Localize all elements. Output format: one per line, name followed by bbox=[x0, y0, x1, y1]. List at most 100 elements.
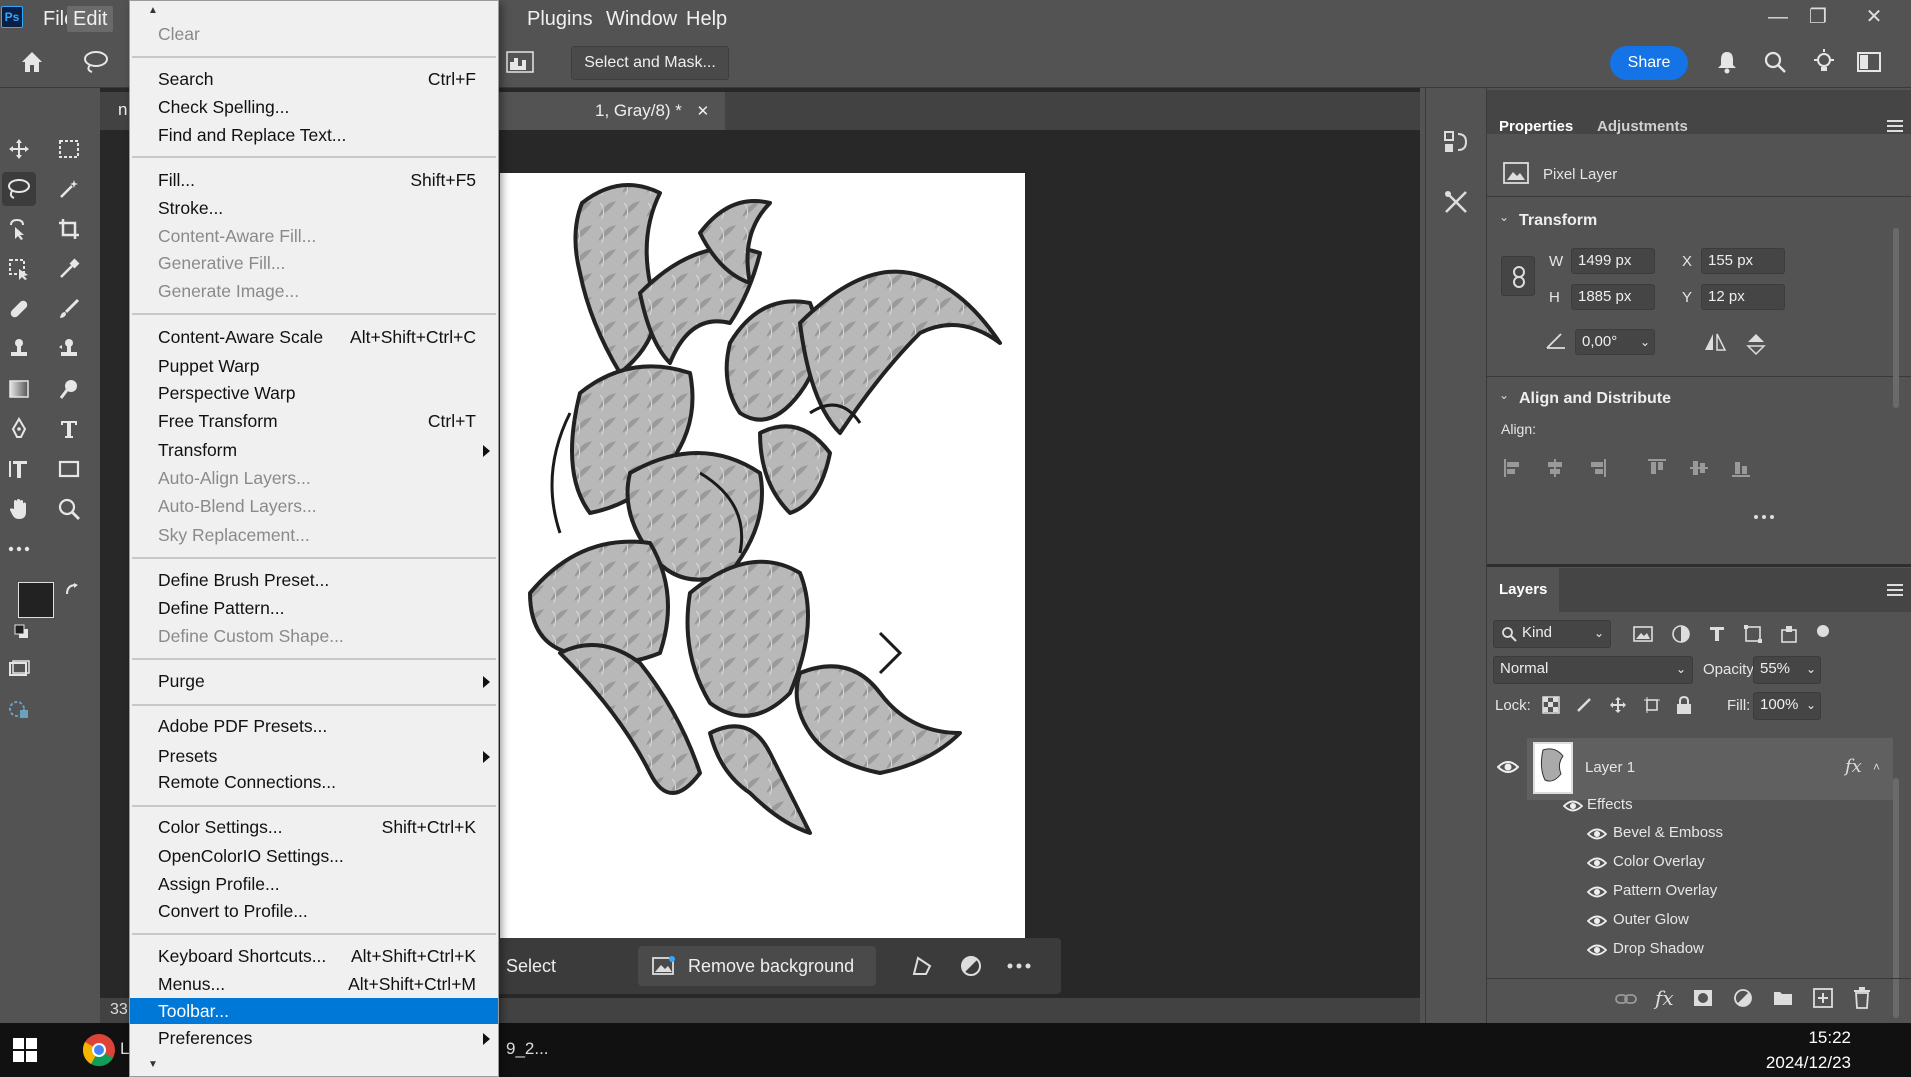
menu-item-content-aware-fill[interactable]: Content-Aware Fill... bbox=[130, 223, 498, 249]
gradient-tool-icon[interactable] bbox=[2, 372, 36, 406]
menu-item-adobe-pdf-presets[interactable]: Adobe PDF Presets... bbox=[130, 713, 498, 739]
lock-all-icon[interactable] bbox=[1675, 695, 1693, 715]
dodge-tool-icon[interactable] bbox=[52, 372, 86, 406]
menu-item-generate-image[interactable]: Generate Image... bbox=[130, 278, 498, 304]
transform-section-title[interactable]: Transform bbox=[1519, 212, 1597, 230]
menu-item-preferences[interactable]: Preferences bbox=[130, 1025, 498, 1051]
menu-item-generative-fill[interactable]: Generative Fill... bbox=[130, 250, 498, 276]
select-and-mask-button[interactable]: Select and Mask... bbox=[571, 46, 729, 80]
align-center-h-icon[interactable] bbox=[1545, 458, 1565, 478]
chrome-icon[interactable] bbox=[82, 1033, 116, 1067]
filter-smart-object-icon[interactable] bbox=[1779, 624, 1799, 644]
filter-toggle-icon[interactable] bbox=[1817, 625, 1829, 637]
align-left-icon[interactable] bbox=[1503, 458, 1523, 478]
align-top-icon[interactable] bbox=[1647, 458, 1667, 478]
default-colors-icon[interactable] bbox=[14, 624, 30, 640]
close-tab-icon[interactable]: ✕ bbox=[697, 103, 710, 120]
zoom-level[interactable]: 33 bbox=[110, 1001, 128, 1019]
type-tool-icon[interactable] bbox=[52, 412, 86, 446]
chevron-up-icon[interactable]: ˄ bbox=[1873, 760, 1880, 774]
chevron-down-icon[interactable]: ⌄ bbox=[1499, 210, 1509, 224]
lasso-tool-icon[interactable] bbox=[80, 48, 116, 76]
align-bottom-icon[interactable] bbox=[1731, 458, 1751, 478]
effect-bevel-emboss[interactable]: Bevel & Emboss bbox=[1613, 824, 1723, 841]
menu-item-define-pattern[interactable]: Define Pattern... bbox=[130, 595, 498, 621]
windows-start-icon[interactable] bbox=[12, 1037, 38, 1063]
flip-vertical-icon[interactable] bbox=[1745, 331, 1767, 357]
menu-item-content-aware-scale[interactable]: Content-Aware Scale Alt+Shift+Ctrl+C bbox=[130, 324, 498, 350]
filter-adjustment-icon[interactable] bbox=[1671, 624, 1691, 644]
width-field[interactable]: 1499 px bbox=[1571, 248, 1655, 274]
effect-eye-icon[interactable] bbox=[1587, 828, 1607, 840]
histogram-icon[interactable] bbox=[505, 48, 535, 76]
menu-item-auto-blend-layers[interactable]: Auto-Blend Layers... bbox=[130, 493, 498, 519]
height-field[interactable]: 1885 px bbox=[1571, 284, 1655, 310]
menu-item-menus[interactable]: Menus... Alt+Shift+Ctrl+M bbox=[130, 971, 498, 997]
eyedropper-icon[interactable] bbox=[52, 252, 86, 286]
effect-pattern-overlay[interactable]: Pattern Overlay bbox=[1613, 882, 1717, 899]
y-field[interactable]: 12 px bbox=[1701, 284, 1785, 310]
menu-plugins[interactable]: Plugins bbox=[521, 6, 599, 32]
add-mask-icon[interactable] bbox=[1693, 989, 1713, 1007]
crop-tool-icon[interactable] bbox=[52, 212, 86, 246]
tab-properties[interactable]: Properties bbox=[1499, 118, 1573, 135]
menu-item-check-spelling[interactable]: Check Spelling... bbox=[130, 94, 498, 120]
chevron-down-icon[interactable]: ⌄ bbox=[1640, 330, 1650, 354]
bell-icon[interactable] bbox=[1714, 49, 1740, 75]
scroll-down-icon[interactable]: ▼ bbox=[148, 1059, 158, 1070]
menu-item-sky-replacement[interactable]: Sky Replacement... bbox=[130, 522, 498, 548]
menu-item-toolbar[interactable]: Toolbar... bbox=[130, 998, 498, 1024]
share-button[interactable]: Share bbox=[1610, 46, 1688, 80]
menu-item-define-brush-preset[interactable]: Define Brush Preset... bbox=[130, 567, 498, 593]
chevron-down-icon[interactable]: ⌄ bbox=[1499, 388, 1509, 402]
new-group-icon[interactable] bbox=[1773, 990, 1793, 1006]
screen-mode-icon[interactable] bbox=[2, 652, 36, 686]
menu-item-remote-connections[interactable]: Remote Connections... bbox=[130, 769, 498, 795]
visibility-eye-icon[interactable] bbox=[1497, 760, 1519, 774]
menu-item-find-replace[interactable]: Find and Replace Text... bbox=[130, 122, 498, 148]
fill-field[interactable]: 100% ⌄ bbox=[1753, 692, 1821, 720]
rectangle-tool-icon[interactable] bbox=[52, 452, 86, 486]
flip-horizontal-icon[interactable] bbox=[1702, 331, 1728, 353]
vertical-type-icon[interactable] bbox=[2, 452, 36, 486]
effect-color-overlay[interactable]: Color Overlay bbox=[1613, 853, 1705, 870]
effect-drop-shadow[interactable]: Drop Shadow bbox=[1613, 940, 1704, 957]
zoom-tool-icon[interactable] bbox=[52, 492, 86, 526]
history-panel-icon[interactable] bbox=[1442, 128, 1470, 156]
more-align-options-icon[interactable] bbox=[1753, 514, 1775, 520]
menu-item-puppet-warp[interactable]: Puppet Warp bbox=[130, 353, 498, 379]
frame-tool-icon[interactable] bbox=[2, 252, 36, 286]
quick-mask-icon[interactable] bbox=[2, 692, 36, 726]
menu-item-define-custom-shape[interactable]: Define Custom Shape... bbox=[130, 623, 498, 649]
lightbulb-icon[interactable] bbox=[1811, 48, 1837, 76]
more-options-icon[interactable] bbox=[1006, 962, 1032, 970]
link-icon[interactable] bbox=[1501, 256, 1535, 296]
link-layers-icon[interactable] bbox=[1615, 992, 1637, 1006]
move-tool-icon[interactable] bbox=[2, 132, 36, 166]
search-icon[interactable] bbox=[1762, 49, 1788, 75]
layer-name[interactable]: Layer 1 bbox=[1585, 759, 1635, 776]
more-tools-icon[interactable] bbox=[2, 532, 36, 566]
menu-item-keyboard-shortcuts[interactable]: Keyboard Shortcuts... Alt+Shift+Ctrl+K bbox=[130, 943, 498, 969]
close-icon[interactable]: ✕ bbox=[1856, 4, 1892, 30]
effect-eye-icon[interactable] bbox=[1587, 886, 1607, 898]
remove-background-button[interactable]: Remove background bbox=[638, 946, 876, 986]
filter-pixel-icon[interactable] bbox=[1633, 624, 1653, 644]
taskbar-date[interactable]: 2024/12/23 bbox=[1766, 1053, 1851, 1073]
lasso-tool-icon[interactable] bbox=[2, 172, 36, 206]
menu-item-clear[interactable]: Clear bbox=[130, 21, 498, 47]
home-icon[interactable] bbox=[18, 48, 46, 76]
menu-item-transform[interactable]: Transform bbox=[130, 437, 498, 463]
layer-row-layer-1[interactable] bbox=[1527, 738, 1893, 800]
effect-eye-icon[interactable] bbox=[1587, 944, 1607, 956]
effect-eye-icon[interactable] bbox=[1587, 857, 1607, 869]
layer-filter-select[interactable]: Kind ⌄ bbox=[1493, 620, 1611, 648]
menu-item-purge[interactable]: Purge bbox=[130, 668, 498, 694]
menu-item-perspective-warp[interactable]: Perspective Warp bbox=[130, 380, 498, 406]
minimize-icon[interactable]: — bbox=[1760, 4, 1796, 30]
align-section-title[interactable]: Align and Distribute bbox=[1519, 390, 1671, 408]
pen-tool-icon[interactable] bbox=[2, 412, 36, 446]
filter-type-icon[interactable] bbox=[1707, 624, 1727, 644]
menu-item-convert-to-profile[interactable]: Convert to Profile... bbox=[130, 898, 498, 924]
effect-outer-glow[interactable]: Outer Glow bbox=[1613, 911, 1689, 928]
